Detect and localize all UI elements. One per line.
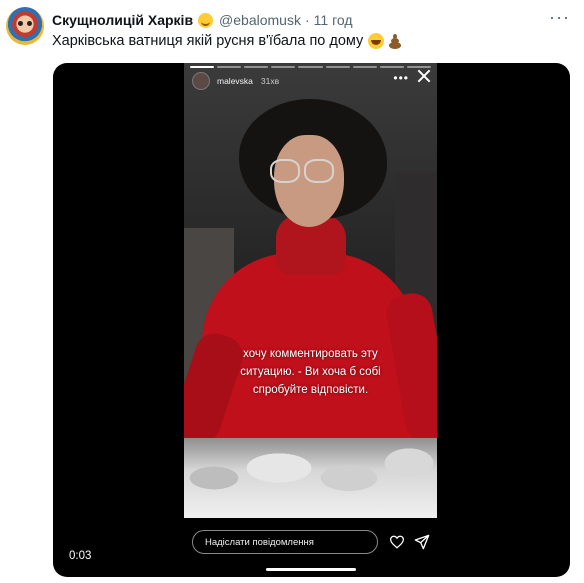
instagram-story-frame: malevska 31хв ••• хочу комментировать эт… bbox=[184, 63, 437, 577]
more-horizontal-icon[interactable]: ••• bbox=[393, 71, 409, 85]
caption-line: спробуйте відповісти. bbox=[252, 384, 369, 396]
avatar-eye bbox=[18, 21, 23, 26]
story-reply-bar: Надіслати повідомлення bbox=[184, 518, 437, 577]
avatar-eye bbox=[27, 21, 32, 26]
tweet-text-row: Харківська ватниця якій русня в'їбала по… bbox=[52, 33, 403, 49]
separator-dot: · bbox=[304, 12, 310, 28]
rubble bbox=[184, 438, 437, 518]
caption-line: ситуацию. - Ви хоча б собі bbox=[240, 366, 381, 378]
video-scene bbox=[184, 63, 437, 518]
grinning-squinting-face-icon bbox=[368, 33, 385, 49]
story-username[interactable]: malevska bbox=[217, 76, 253, 86]
home-indicator bbox=[266, 568, 356, 571]
smiling-face-icon bbox=[198, 12, 214, 28]
heart-icon[interactable] bbox=[389, 535, 405, 549]
author-name[interactable]: Скущнолицій Харків bbox=[52, 12, 193, 28]
tweet-header: Скущнолицій Харків @ebalomusk · 11 год bbox=[52, 10, 544, 30]
pile-of-poo-icon bbox=[387, 33, 403, 49]
tweet-timestamp[interactable]: 11 год bbox=[314, 12, 353, 28]
send-message-input[interactable]: Надіслати повідомлення bbox=[192, 530, 378, 554]
story-time: 31хв bbox=[260, 76, 280, 86]
tweet-text: Харківська ватниця якій русня в'їбала по… bbox=[52, 33, 364, 49]
story-caption: хочу комментировать эту ситуацию. - Ви х… bbox=[184, 345, 437, 399]
caption-line: хочу комментировать эту bbox=[243, 348, 378, 360]
story-avatar[interactable] bbox=[192, 72, 210, 90]
video-player[interactable]: malevska 31хв ••• хочу комментировать эт… bbox=[53, 63, 570, 577]
story-progress-bar bbox=[190, 66, 431, 68]
author-handle[interactable]: @ebalomusk bbox=[219, 12, 301, 28]
more-horizontal-icon[interactable]: ··· bbox=[549, 8, 570, 26]
video-timer: 0:03 bbox=[69, 550, 92, 562]
send-icon[interactable] bbox=[414, 534, 430, 550]
glasses bbox=[270, 159, 336, 183]
author-avatar[interactable] bbox=[6, 7, 44, 45]
close-icon[interactable] bbox=[416, 68, 432, 84]
